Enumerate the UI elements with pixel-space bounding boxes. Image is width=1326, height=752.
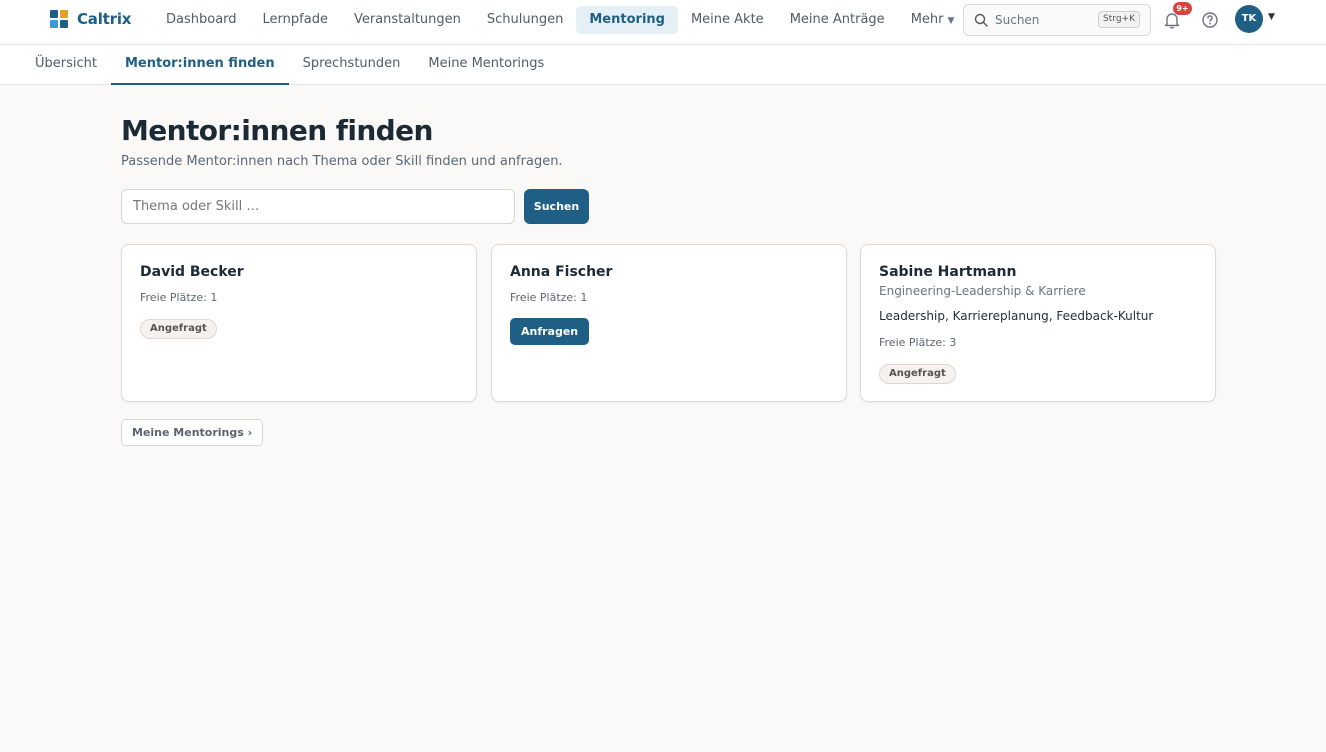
mentor-free-seats: Freie Plätze: 1 [510,291,588,304]
mentor-focus: Engineering-Leadership & Karriere [879,284,1086,298]
mentor-card: David Becker Freie Plätze: 1 Angefragt [121,244,477,402]
page-title: Mentor:innen finden [121,114,433,147]
help-icon[interactable] [1200,10,1220,30]
nav-item-mehr[interactable]: Mehr ▼ [898,6,968,34]
tab-mentorinnen-finden[interactable]: Mentor:innen finden [110,45,289,85]
tab-meine-mentorings[interactable]: Meine Mentorings [414,45,558,85]
chevron-down-icon: ▼ [947,16,955,26]
mentor-free-seats: Freie Plätze: 3 [879,336,957,349]
tab-uebersicht[interactable]: Übersicht [21,45,111,85]
brand-logo[interactable]: Caltrix [50,10,131,28]
global-search[interactable]: Suchen Strg+K [963,4,1151,36]
nav-item-veranstaltungen[interactable]: Veranstaltungen [341,6,474,34]
mentor-free-seats: Freie Plätze: 1 [140,291,218,304]
page-subtitle: Passende Mentor:innen nach Thema oder Sk… [121,154,563,169]
sub-navbar: Übersicht Mentor:innen finden Sprechstun… [0,45,1326,85]
logo-grid-icon [50,10,68,28]
nav-item-mehr-label: Mehr [910,12,944,27]
notification-badge: 9+ [1173,2,1192,15]
mentor-name: Sabine Hartmann [879,264,1017,280]
search-icon [974,13,988,27]
my-mentorings-button[interactable]: Meine Mentorings › [121,419,264,446]
mentor-name: David Becker [140,264,244,280]
nav-item-meine-antraege[interactable]: Meine Anträge [777,6,898,34]
search-label: Suchen [995,13,1040,27]
avatar[interactable]: TK [1235,5,1263,33]
sub-nav: Übersicht Mentor:innen finden Sprechstun… [21,45,558,85]
top-navbar: Caltrix Dashboard Lernpfade Veranstaltun… [0,0,1326,45]
search-shortcut: Strg+K [1098,11,1140,28]
nav-item-schulungen[interactable]: Schulungen [474,6,576,34]
request-button[interactable]: Anfragen [510,318,590,345]
search-button[interactable]: Suchen [524,189,589,224]
nav-item-dashboard[interactable]: Dashboard [153,6,250,34]
main-nav: Dashboard Lernpfade Veranstaltungen Schu… [153,6,967,34]
nav-item-meine-akte[interactable]: Meine Akte [678,6,777,34]
mentor-card: Anna Fischer Freie Plätze: 1 Anfragen [491,244,847,402]
mentor-card: Sabine Hartmann Engineering-Leadership &… [860,244,1216,402]
mentor-name: Anna Fischer [510,264,613,280]
nav-item-lernpfade[interactable]: Lernpfade [250,6,341,34]
nav-item-mentoring[interactable]: Mentoring [576,6,678,34]
mentor-skills: Leadership, Karriereplanung, Feedback-Ku… [879,309,1154,323]
tab-sprechstunden[interactable]: Sprechstunden [289,45,415,85]
chevron-down-icon[interactable]: ▼ [1268,12,1275,22]
status-badge: Angefragt [140,319,217,339]
status-badge: Angefragt [879,364,956,384]
skill-search-input[interactable] [121,189,515,224]
brand-name: Caltrix [77,10,132,28]
